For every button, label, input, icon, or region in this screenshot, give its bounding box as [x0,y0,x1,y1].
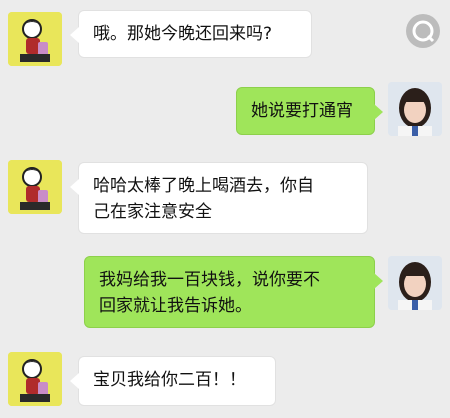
message-bubble-incoming[interactable]: 哦。那她今晚还回来吗? [70,10,312,58]
message-row: 哈哈太棒了晚上喝酒去，你自 己在家注意安全 [0,158,450,238]
user-avatar-icon[interactable] [388,256,442,310]
message-row: 她说要打通宵 [0,80,450,140]
message-bubble-outgoing[interactable]: 她说要打通宵 [236,87,383,135]
message-bubble-outgoing[interactable]: 我妈给我一百块钱，说你要不 回家就让我告诉她。 [84,256,383,328]
contact-avatar-icon[interactable] [8,12,62,66]
message-row: 我妈给我一百块钱，说你要不 回家就让我告诉她。 [0,250,450,330]
user-avatar-icon[interactable] [388,82,442,136]
app-watermark-icon [406,14,440,48]
contact-avatar-icon[interactable] [8,352,62,406]
message-bubble-incoming[interactable]: 宝贝我给你二百！！ [70,356,276,406]
message-row: 宝贝我给你二百！！ [0,348,450,414]
message-bubble-incoming[interactable]: 哈哈太棒了晚上喝酒去，你自 己在家注意安全 [70,162,368,234]
contact-avatar-icon[interactable] [8,160,62,214]
message-row: 哦。那她今晚还回来吗? [0,10,450,70]
